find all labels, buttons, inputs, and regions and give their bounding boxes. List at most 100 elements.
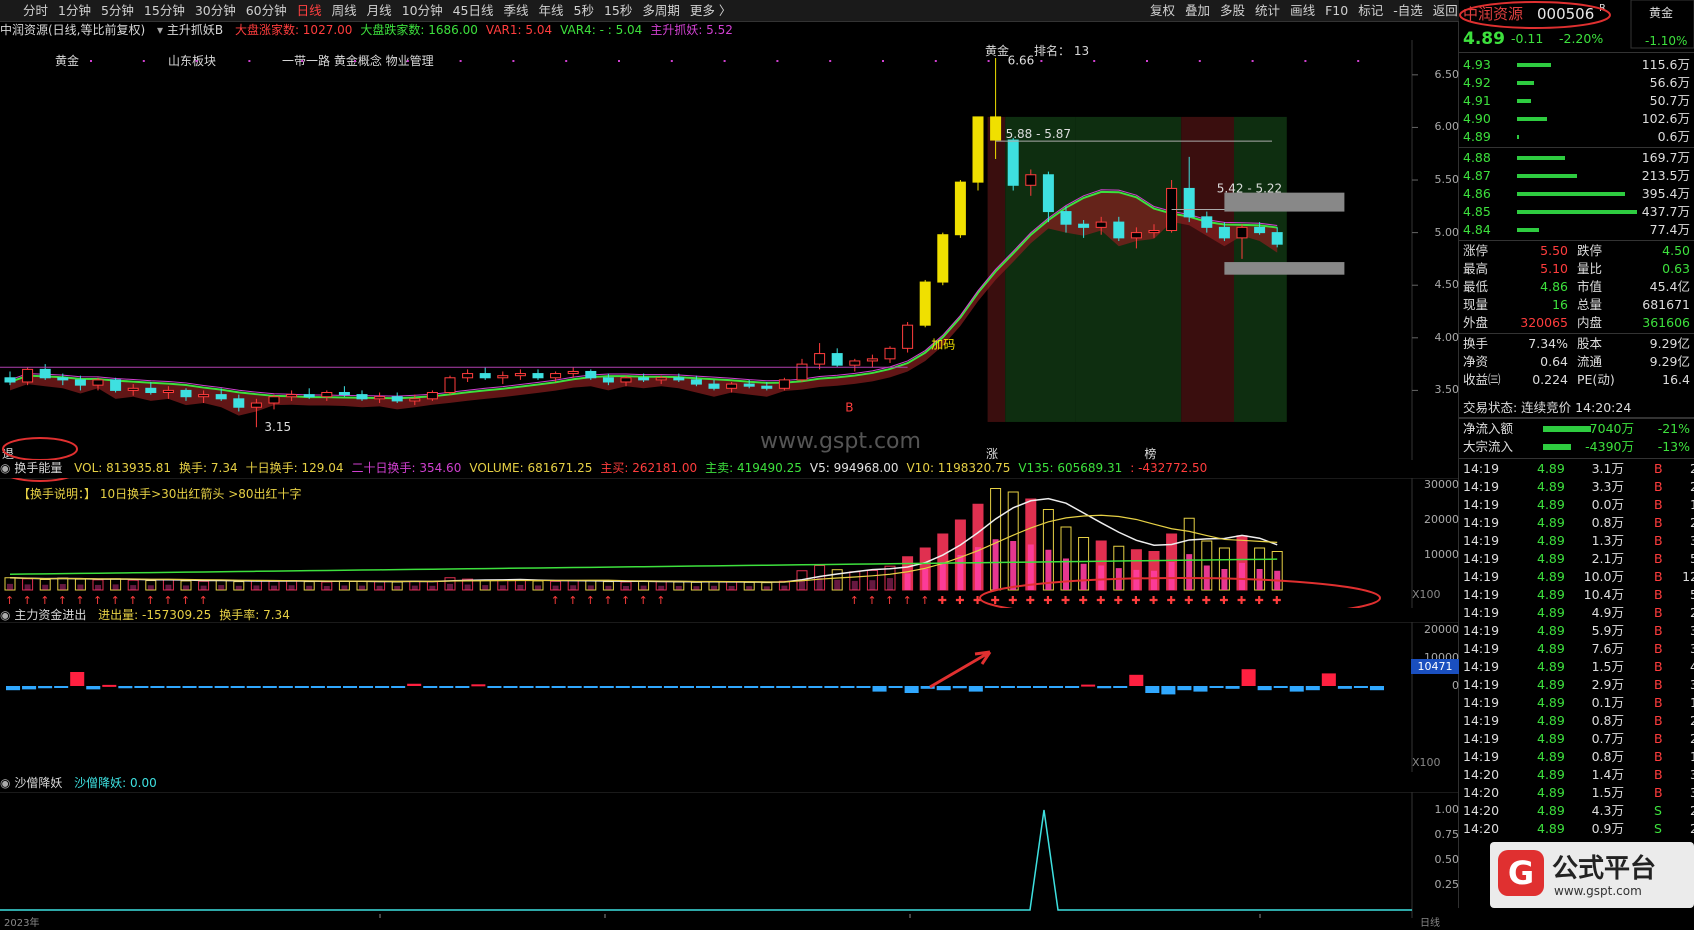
stat-row-cell-3: 9.29亿 (1649, 354, 1690, 369)
ask-row-cell-1: 0.6万 (1657, 129, 1690, 144)
candle (268, 394, 280, 410)
main-legend-item-2: VAR1: 5.04 (485, 23, 553, 37)
ask-row: 4.89 0.6万 (1459, 128, 1694, 146)
sha-pane-title[interactable]: 沙僧降妖 (14, 776, 62, 790)
volume-buy-bar (746, 586, 753, 590)
label-b: B (845, 400, 853, 414)
brand-logo-icon: G (1498, 850, 1544, 896)
tick-row-cell-4: 3 (1690, 622, 1694, 640)
flow-bar (278, 686, 293, 688)
brand-url: www.gspt.com (1554, 884, 1642, 898)
period-tab-11[interactable]: 季线 (499, 0, 534, 21)
period-tab-13[interactable]: 5秒 (569, 0, 599, 21)
tick-row-cell-1: 4.89 (1537, 749, 1565, 764)
tick-row-cell-1: 4.89 (1537, 821, 1565, 836)
toolbar-action-0[interactable]: 复权 (1145, 0, 1180, 21)
flow-bar (166, 686, 181, 688)
main-indicator-name[interactable]: 主升抓妖B (167, 23, 223, 37)
tick-row-cell-1: 4.89 (1537, 605, 1565, 620)
pane-collapse-icon[interactable]: ◉ (0, 461, 10, 475)
flow-bar (1305, 686, 1320, 691)
volume-chart[interactable]: ↑ ↑ ↑ ↑ ↑ ↑ ↑ ↑ ↑ ↑ ↑ ↑ ↑ ↑ ↑ ↑ ↑ ↑ ↑ ↑ ↑ ↑ ↑ ↑ ✚ ✚ ✚ ✚ ✚ ✚ ✚ ✚ ✚ ✚ ✚ ✚ ✚ ✚ ✚ ✚… (0, 478, 1459, 608)
flow-bar (936, 686, 951, 691)
period-tab-9[interactable]: 10分钟 (397, 0, 448, 21)
toolbar-action-4[interactable]: 画线 (1285, 0, 1320, 21)
toolbar-action-2[interactable]: 多股 (1215, 0, 1250, 21)
volume-buy-bar (1168, 562, 1175, 590)
flow-bar (712, 686, 727, 688)
tick-row: 14:19 4.89 1.5万 B 4 (1459, 658, 1694, 676)
ask-volume-bar (1517, 135, 1520, 139)
tick-row-cell-3: B (1654, 533, 1663, 548)
toolbar-action-1[interactable]: 叠加 (1180, 0, 1215, 21)
flow-bar (86, 686, 101, 690)
flow-pane-title[interactable]: 主力资金进出 (14, 608, 86, 622)
flow-bar (342, 686, 358, 688)
candle (532, 369, 544, 380)
marker-dot (1251, 60, 1254, 62)
chart-area[interactable]: 中润资源(日线,等比前复权) ▾ 主升抓妖B 大盘涨家数: 1027.00 大盘跌… (0, 22, 1459, 929)
bid-row: 4.86 395.4万 (1459, 185, 1694, 203)
toolbar-action-5[interactable]: F10 (1320, 0, 1353, 21)
toolbar-action-6[interactable]: 标记 (1353, 0, 1388, 21)
ask-row-cell-0: 4.92 (1463, 75, 1491, 90)
tick-row-cell-0: 14:19 (1463, 695, 1500, 710)
candle (22, 367, 34, 386)
flow-bar (728, 686, 743, 688)
volume-pane-title[interactable]: 换手能量 (14, 461, 62, 475)
marker-dot (354, 60, 356, 62)
volume-pane-header: ◉ 换手能量 VOL: 813935.81 换手: 7.34 十日换手: 129.0… (0, 460, 1410, 476)
period-tab-16[interactable]: 更多 〉 (685, 0, 736, 21)
stat-row: 涨停 5.50 跌停 4.50 (1459, 242, 1694, 260)
period-tab-6[interactable]: 日线 (292, 0, 327, 21)
ask-row: 4.92 56.6万 (1459, 74, 1694, 92)
toolbar-action-7[interactable]: -自选 (1388, 0, 1428, 21)
capital-flow-chart[interactable] (0, 622, 1459, 772)
pane-collapse-icon[interactable]: ◉ (0, 776, 10, 790)
period-tab-8[interactable]: 月线 (362, 0, 397, 21)
flow-bar (1241, 669, 1256, 686)
vol-legend-item-6: 主卖: 419490.25 (705, 461, 802, 475)
sha-chart[interactable] (0, 792, 1459, 918)
tick-row-cell-0: 14:19 (1463, 677, 1500, 692)
turnover-mark: ✚ (955, 594, 964, 607)
tick-row-cell-2: 1.5万 (1591, 659, 1624, 674)
period-tab-5[interactable]: 60分钟 (241, 0, 292, 21)
flow-bar (423, 686, 438, 688)
period-tab-0[interactable]: 分时 (18, 0, 53, 21)
period-tab-3[interactable]: 15分钟 (139, 0, 190, 21)
tick-row: 14:20 4.89 1.4万 B 3 (1459, 766, 1694, 784)
period-tab-10[interactable]: 45日线 (448, 0, 499, 21)
ask-row-cell-0: 4.89 (1463, 129, 1491, 144)
toolbar-action-3[interactable]: 统计 (1250, 0, 1285, 21)
tick-row-cell-3: B (1654, 695, 1663, 710)
flow-bar (968, 686, 983, 692)
pane-collapse-icon[interactable]: ◉ (0, 608, 10, 622)
toolbar-action-8[interactable]: 返回 (1428, 0, 1463, 21)
flow-bar (679, 686, 694, 688)
tick-row-cell-2: 0.1万 (1591, 695, 1624, 710)
period-tab-1[interactable]: 1分钟 (53, 0, 96, 21)
tick-row-cell-0: 14:19 (1463, 497, 1500, 512)
period-tab-4[interactable]: 30分钟 (190, 0, 241, 21)
stat-row-cell-3: 45.4亿 (1649, 279, 1690, 294)
tick-row-cell-3: B (1654, 641, 1663, 656)
indicator-icon[interactable]: ▾ (157, 23, 163, 37)
trend-band (1075, 116, 1182, 422)
tick-row-cell-1: 4.89 (1537, 587, 1565, 602)
period-tab-15[interactable]: 多周期 (637, 0, 685, 21)
candle (902, 322, 914, 353)
period-tab-2[interactable]: 5分钟 (96, 0, 139, 21)
turnover-mark: ↑ (867, 594, 876, 607)
candlestick-chart[interactable]: 6.665.88 - 5.875.42 - 5.223.15加码B涨 榜退 (0, 40, 1459, 460)
main-legend: 大盘涨家数: 1027.00 大盘跌家数: 1686.00 VAR1: 5.04 VA… (227, 23, 733, 37)
flow-bar (1273, 686, 1288, 688)
period-tab-14[interactable]: 15秒 (599, 0, 637, 21)
period-tab-7[interactable]: 周线 (327, 0, 362, 21)
bid-row-cell-1: 213.5万 (1641, 168, 1690, 183)
ask-row-cell-0: 4.90 (1463, 111, 1491, 126)
candle (884, 346, 896, 364)
period-tab-12[interactable]: 年线 (534, 0, 569, 21)
stat-row: 净资 0.64 流通 9.29亿 (1459, 353, 1694, 371)
tick-row-cell-4: 2 (1690, 460, 1694, 478)
